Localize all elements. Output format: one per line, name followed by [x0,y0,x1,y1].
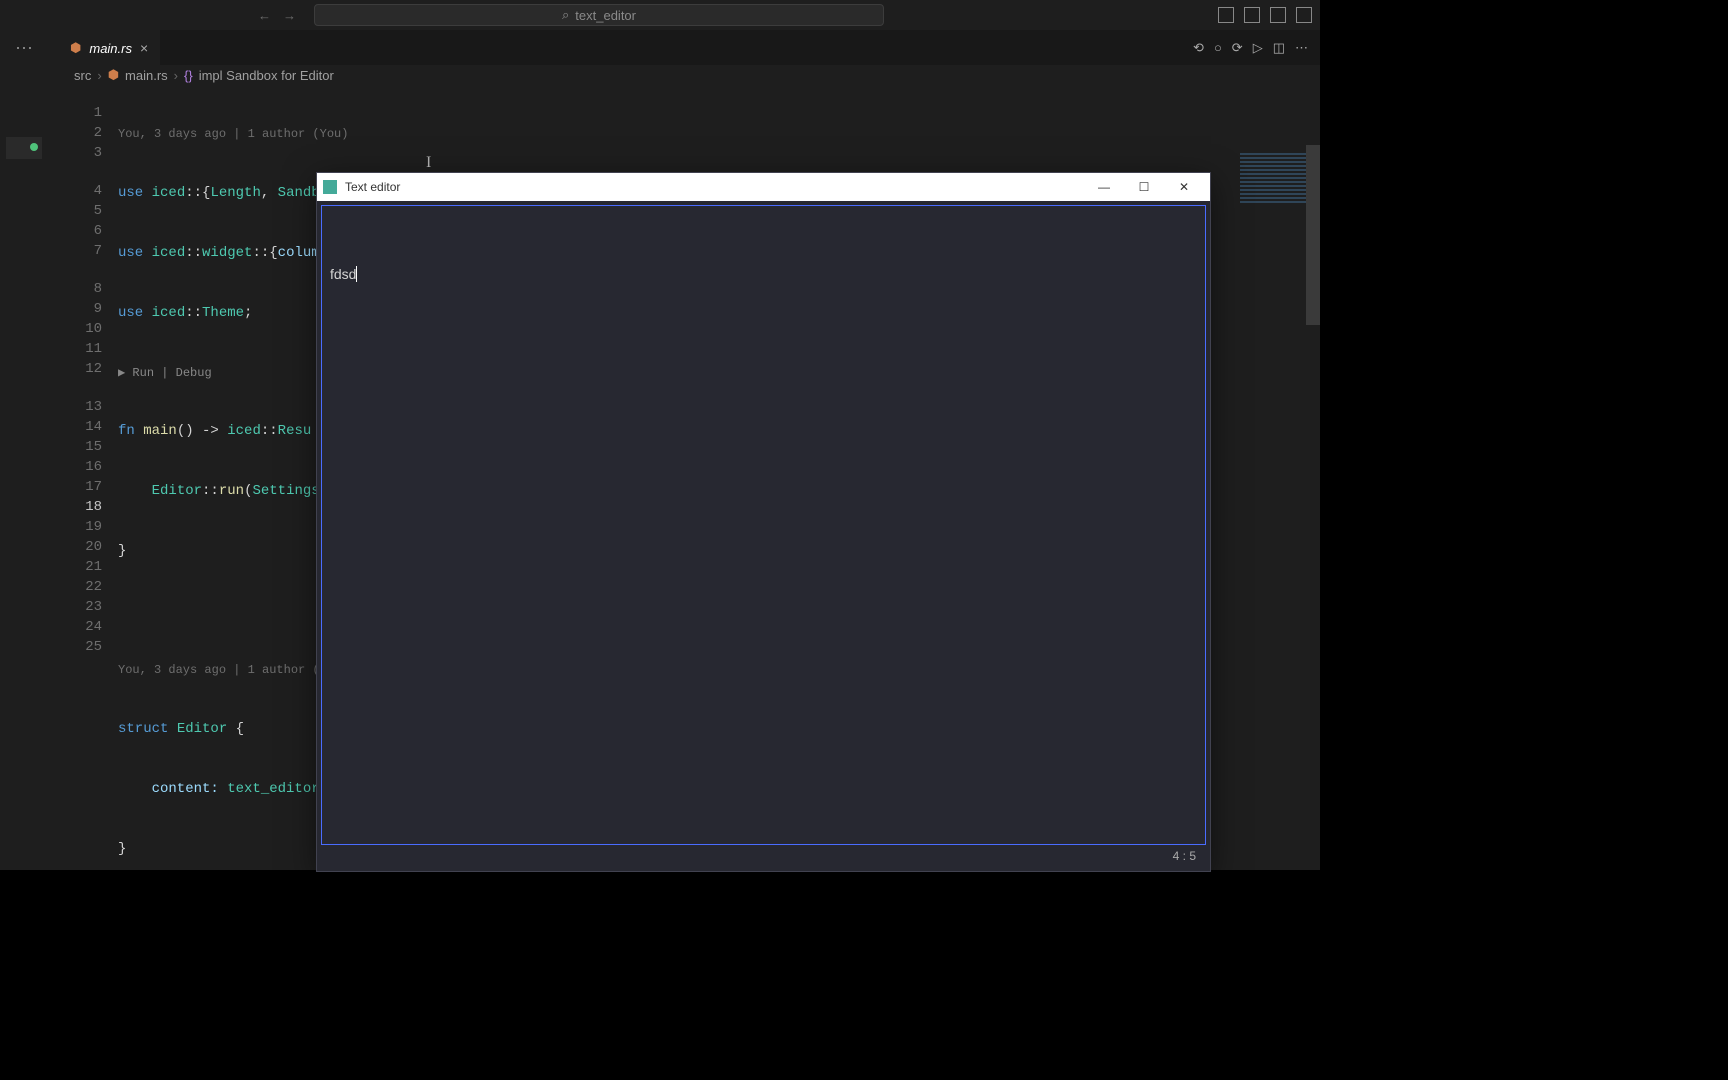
window-controls: — ☐ ✕ [1084,173,1204,201]
split-icon[interactable]: ◫ [1273,40,1285,56]
breadcrumb-seg[interactable]: impl Sandbox for Editor [199,68,334,83]
search-placeholder: text_editor [575,8,636,23]
minimize-button[interactable]: — [1084,173,1124,201]
text-editor-input[interactable]: fdsd [321,205,1206,845]
line-number: 7 [58,241,102,261]
panel-right-icon[interactable] [1270,7,1286,23]
search-icon: ⌕ [562,7,569,23]
text-cursor-icon: I [426,154,428,170]
app-body: fdsd 4 : 5 [317,201,1210,871]
line-number: 10 [58,319,102,339]
maximize-button[interactable]: ☐ [1124,173,1164,201]
minimap[interactable] [1220,143,1320,693]
back-arrow-icon[interactable]: ← [258,8,271,23]
breadcrumb-seg[interactable]: main.rs [125,68,168,83]
app-icon [323,180,337,194]
more-icon[interactable]: ⋯ [15,38,33,59]
line-number: 3 [58,143,102,163]
text-cursor [356,266,357,282]
line-number: 5 [58,201,102,221]
layout-grid-icon[interactable] [1296,7,1312,23]
activity-bar: ⋯ [0,30,48,870]
line-number: 12 [58,359,102,379]
editor-content: fdsd [330,266,356,282]
panel-bottom-icon[interactable] [1244,7,1260,23]
minimap-content [1240,153,1310,203]
line-number: 23 [58,597,102,617]
line-number: 16 [58,457,102,477]
line-number: 20 [58,537,102,557]
chevron-right-icon: › [174,68,178,83]
nav-arrows: ← → [258,8,296,23]
sidebar-stub [48,30,58,870]
line-number: 14 [58,417,102,437]
git-blame: You, 3 days ago | 1 author (You) [118,125,1320,143]
app-title: Text editor [345,180,400,194]
breadcrumb-seg[interactable]: src [74,68,91,83]
line-number: 15 [58,437,102,457]
rust-file-icon: ⬢ [108,67,119,83]
layout-controls [1218,7,1312,23]
line-number: 11 [58,339,102,359]
tab-label: main.rs [89,41,132,56]
line-number: 21 [58,557,102,577]
line-number: 9 [58,299,102,319]
line-number: 17 [58,477,102,497]
chevron-right-icon: › [97,68,101,83]
line-number: 18 [58,497,102,517]
tab-bar: ⬢ main.rs × ⟲ ○ ⟳ ▷ ◫ ⋯ [58,30,1320,65]
line-number: 22 [58,577,102,597]
line-number: 6 [58,221,102,241]
line-number: 19 [58,517,102,537]
editor-actions: ⟲ ○ ⟳ ▷ ◫ ⋯ [1193,40,1320,56]
line-number: 24 [58,617,102,637]
close-icon[interactable]: × [140,40,148,56]
close-button[interactable]: ✕ [1164,173,1204,201]
app-titlebar[interactable]: Text editor — ☐ ✕ [317,173,1210,201]
command-center[interactable]: ⌕ text_editor [314,4,884,26]
run-icon[interactable]: ▷ [1253,40,1263,56]
cursor-position: 4 : 5 [1173,849,1196,863]
line-number: 2 [58,123,102,143]
line-number: 8 [58,279,102,299]
circle-icon[interactable]: ○ [1214,40,1222,56]
modified-indicator-icon [30,143,38,151]
line-number: 25 [58,637,102,657]
go-forward-icon[interactable]: ⟳ [1232,40,1243,56]
panel-left-icon[interactable] [1218,7,1234,23]
text-editor-app-window: Text editor — ☐ ✕ fdsd 4 : 5 [316,172,1211,872]
go-back-icon[interactable]: ⟲ [1193,40,1204,56]
line-gutter: 1 2 3 4 5 6 7 8 9 10 11 12 13 14 [58,85,118,870]
breadcrumb[interactable]: src › ⬢ main.rs › {} impl Sandbox for Ed… [58,65,1320,85]
app-status-bar: 4 : 5 [321,845,1206,867]
tab-main-rs[interactable]: ⬢ main.rs × [58,30,160,65]
editor-scrollbar[interactable] [1306,145,1320,695]
line-number: 4 [58,181,102,201]
forward-arrow-icon[interactable]: → [283,8,296,23]
symbol-icon: {} [184,68,193,83]
title-bar: ← → ⌕ text_editor [0,0,1320,30]
rust-file-icon: ⬢ [70,40,81,56]
more-actions-icon[interactable]: ⋯ [1295,40,1308,56]
line-number: 1 [58,103,102,123]
line-number: 13 [58,397,102,417]
scrollbar-thumb[interactable] [1306,145,1320,325]
